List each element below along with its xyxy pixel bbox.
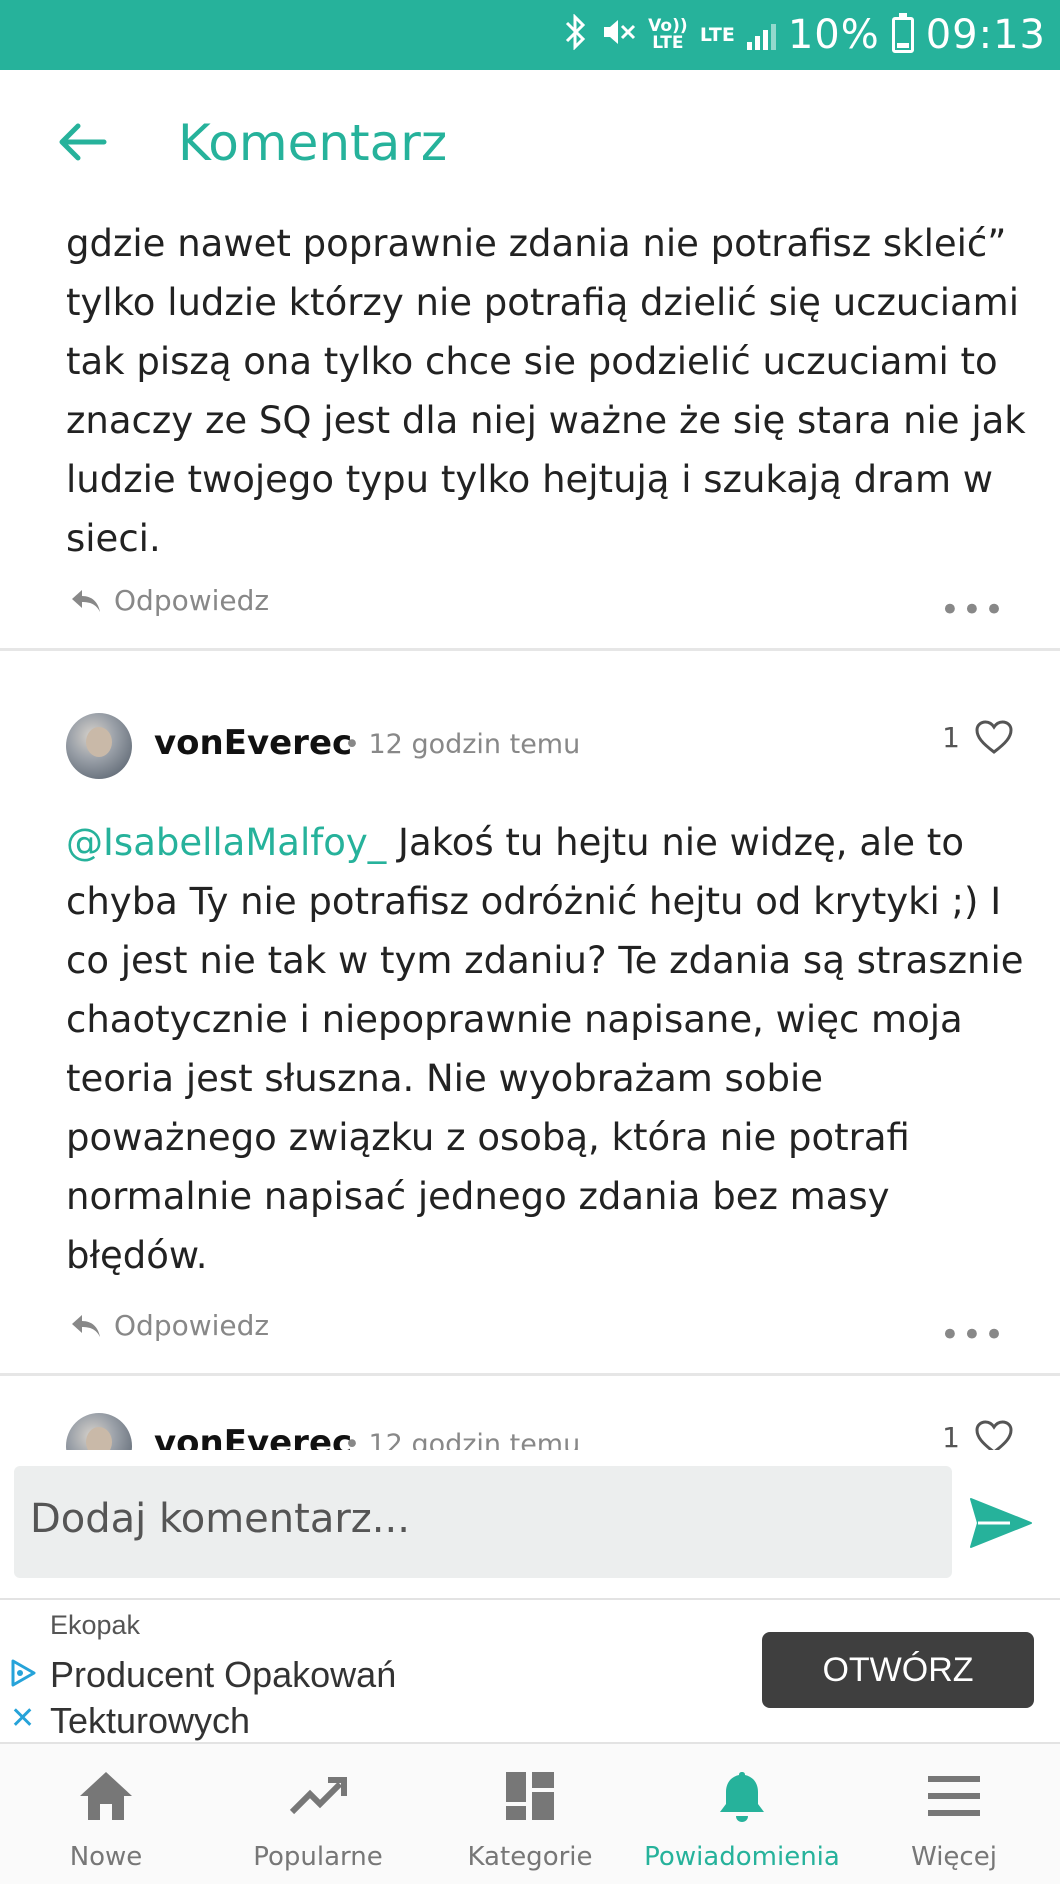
divider bbox=[0, 1373, 1060, 1376]
battery-icon bbox=[891, 13, 914, 53]
nav-item-kategorie[interactable]: Kategorie bbox=[424, 1744, 636, 1884]
more-options-button[interactable]: ••• bbox=[940, 590, 1006, 630]
close-icon[interactable]: ✕ bbox=[10, 1704, 35, 1734]
bottom-navigation: Nowe Popularne Kategorie Powiadomienia W… bbox=[0, 1744, 1060, 1884]
nav-label: Nowe bbox=[69, 1842, 143, 1872]
avatar[interactable] bbox=[66, 713, 132, 779]
like-button[interactable]: 1 bbox=[942, 719, 1014, 755]
volte-indicator: Vo)) LTE bbox=[648, 16, 688, 53]
nav-item-nowe[interactable]: Nowe bbox=[0, 1744, 212, 1884]
comment-author[interactable]: vonEverec bbox=[154, 1423, 352, 1450]
clock: 09:13 bbox=[925, 12, 1046, 58]
status-icons: Vo)) LTE LTE 10% 09:13 bbox=[564, 10, 1046, 60]
home-icon bbox=[80, 1772, 132, 1820]
comment-time: • 12 godzin temu bbox=[344, 1429, 581, 1450]
comment-composer: Dodaj komentarz... bbox=[0, 1450, 1060, 1598]
ad-open-button[interactable]: OTWÓRZ bbox=[762, 1632, 1034, 1708]
nav-label: Powiadomienia bbox=[644, 1842, 840, 1872]
user-mention[interactable]: @IsabellaMalfoy_ bbox=[66, 821, 386, 864]
comment-item: vonEverec • 12 godzin temu 1 @IsabellaMa… bbox=[0, 685, 1060, 1376]
reply-icon bbox=[72, 589, 100, 612]
reply-icon bbox=[72, 1314, 100, 1337]
send-icon bbox=[970, 1498, 1032, 1548]
comment-actions: Odpowiedz ••• bbox=[0, 1293, 1060, 1363]
nav-item-popularne[interactable]: Popularne bbox=[212, 1744, 424, 1884]
comment-time: • 12 godzin temu bbox=[344, 729, 581, 760]
comment-header: vonEverec • 12 godzin temu 1 bbox=[0, 1385, 1060, 1450]
bell-icon bbox=[720, 1772, 764, 1822]
app-header: Komentarz bbox=[0, 70, 1060, 210]
comment-actions: Odpowiedz ••• bbox=[0, 568, 1060, 638]
trending-icon bbox=[289, 1777, 347, 1815]
heart-icon bbox=[975, 1420, 1013, 1450]
comment-text: @IsabellaMalfoy_ Jakoś tu hejtu nie widz… bbox=[0, 813, 1060, 1285]
comment-text: Co do hejtu jest to hejt „związek w twoi… bbox=[66, 175, 1026, 560]
status-bar: Vo)) LTE LTE 10% 09:13 bbox=[0, 0, 1060, 70]
ad-banner[interactable]: ✕ Ekopak Producent Opakowań Tekturowych … bbox=[0, 1598, 1060, 1744]
send-button[interactable] bbox=[968, 1496, 1034, 1550]
reply-button[interactable]: Odpowiedz bbox=[70, 1309, 269, 1342]
nav-label: Kategorie bbox=[467, 1842, 593, 1872]
ad-advertiser: Ekopak bbox=[50, 1610, 141, 1640]
reply-label: Odpowiedz bbox=[114, 584, 270, 617]
ad-headline: Producent Opakowań Tekturowych bbox=[50, 1654, 397, 1741]
adchoices-icon[interactable] bbox=[8, 1658, 38, 1688]
bluetooth-icon bbox=[564, 13, 588, 56]
comment-body: Jakoś tu hejtu nie widzę, ale to chyba T… bbox=[66, 821, 1024, 1277]
comment-header: vonEverec • 12 godzin temu 1 bbox=[0, 685, 1060, 805]
menu-icon bbox=[928, 1776, 980, 1816]
comment-author[interactable]: vonEverec bbox=[154, 723, 352, 763]
arrow-left-icon bbox=[59, 123, 107, 161]
nav-label: Więcej bbox=[911, 1842, 997, 1872]
page-title: Komentarz bbox=[178, 114, 448, 172]
like-button[interactable]: 1 bbox=[942, 1419, 1014, 1450]
comment-input[interactable]: Dodaj komentarz... bbox=[14, 1466, 952, 1578]
comment-item: Co do hejtu jest to hejt „związek w twoi… bbox=[0, 175, 1060, 651]
vibrate-mute-icon bbox=[600, 14, 636, 56]
signal-icon bbox=[746, 20, 776, 50]
comment-item: vonEverec • 12 godzin temu 1 bbox=[0, 1385, 1060, 1450]
like-count: 1 bbox=[942, 1420, 960, 1451]
more-options-button[interactable]: ••• bbox=[940, 1315, 1006, 1355]
nav-item-wiecej[interactable]: Więcej bbox=[848, 1744, 1060, 1884]
categories-grid-icon bbox=[506, 1772, 554, 1820]
comments-list[interactable]: Co do hejtu jest to hejt „związek w twoi… bbox=[0, 175, 1060, 1450]
divider bbox=[0, 648, 1060, 651]
battery-percent: 10% bbox=[787, 12, 880, 58]
like-count: 1 bbox=[942, 720, 960, 754]
avatar[interactable] bbox=[66, 1413, 132, 1450]
lte-indicator: LTE bbox=[699, 23, 735, 46]
back-button[interactable] bbox=[56, 122, 108, 162]
reply-label: Odpowiedz bbox=[114, 1309, 270, 1342]
nav-label: Popularne bbox=[253, 1842, 383, 1872]
heart-icon bbox=[975, 720, 1013, 754]
nav-item-powiadomienia[interactable]: Powiadomienia bbox=[636, 1744, 848, 1884]
reply-button[interactable]: Odpowiedz bbox=[70, 584, 269, 617]
